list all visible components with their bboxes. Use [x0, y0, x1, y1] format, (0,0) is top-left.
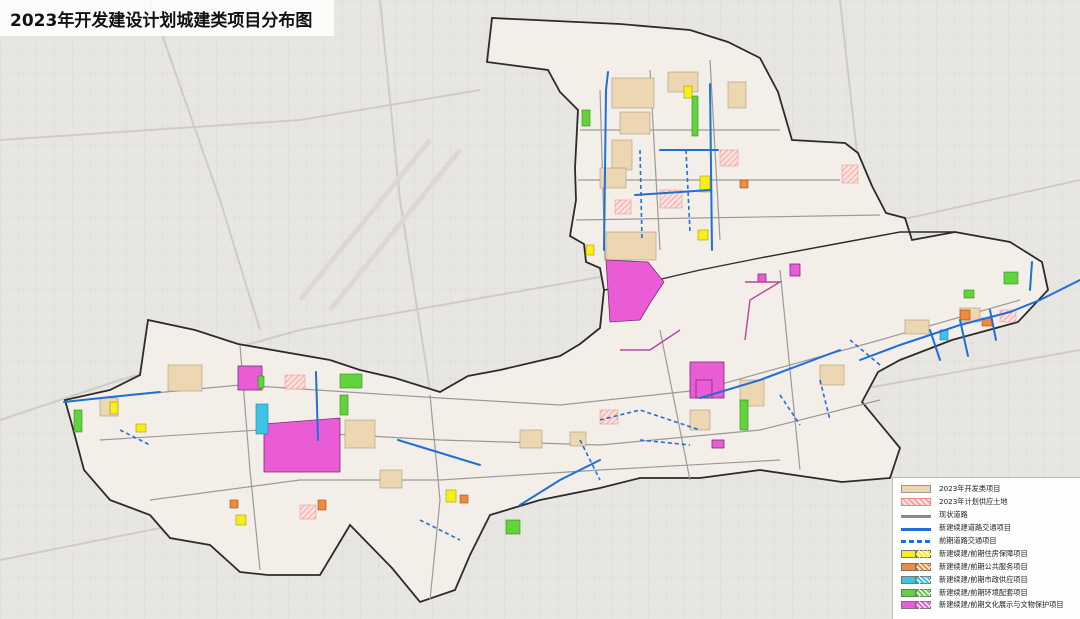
map-legend: 2023年开发类项目 2023年计划供应土地 现状道路新建续建道路交通项目 前期道路交… [892, 477, 1080, 619]
map-title: 2023年开发建设计划城建类项目分布图 [10, 10, 313, 31]
legend-swatch [901, 539, 931, 543]
map-title-banner: 2023年开发建设计划城建类项目分布图 [0, 0, 334, 36]
legend-swatch [901, 601, 931, 610]
legend-item: 新建续建/前期公共服务项目 [901, 560, 1076, 573]
legend-item: 新建续建/前期文化展示与文物保护项目 [901, 599, 1076, 612]
legend-item: 新建续建/前期市政供应项目 [901, 573, 1076, 586]
legend-item: 新建续建/前期环境配套项目 [901, 586, 1076, 599]
legend-label: 新建续建/前期环境配套项目 [939, 587, 1028, 597]
legend-item: 2023年计划供应土地 [901, 496, 1076, 509]
legend-label: 新建续建道路交通项目 [939, 523, 1011, 533]
legend-label: 2023年计划供应土地 [939, 497, 1008, 507]
legend-swatch [901, 498, 931, 507]
legend-item: 前期道路交通项目 [901, 535, 1076, 548]
legend-label: 前期道路交通项目 [939, 536, 997, 545]
legend-label: 新建续建/前期住房保障项目 [939, 548, 1028, 558]
legend-swatch [901, 562, 931, 571]
legend-item: 新建续建道路交通项目 [901, 522, 1076, 535]
legend-label: 新建续建/前期市政供应项目 [939, 574, 1028, 584]
legend-label: 现状道路 [939, 510, 968, 520]
legend-label: 2023年开发类项目 [939, 484, 1001, 494]
legend-swatch [901, 575, 931, 584]
legend-swatch [901, 588, 931, 597]
legend-swatch [901, 485, 931, 494]
legend-label: 新建续建/前期文化展示与文物保护项目 [939, 600, 1064, 610]
legend-item: 现状道路 [901, 509, 1076, 522]
legend-item: 2023年开发类项目 [901, 483, 1076, 496]
legend-label: 新建续建/前期公共服务项目 [939, 561, 1028, 571]
legend-item: 新建续建/前期住房保障项目 [901, 547, 1076, 560]
legend-swatch [901, 514, 931, 518]
legend-swatch [901, 527, 931, 531]
legend-swatch [901, 549, 931, 558]
